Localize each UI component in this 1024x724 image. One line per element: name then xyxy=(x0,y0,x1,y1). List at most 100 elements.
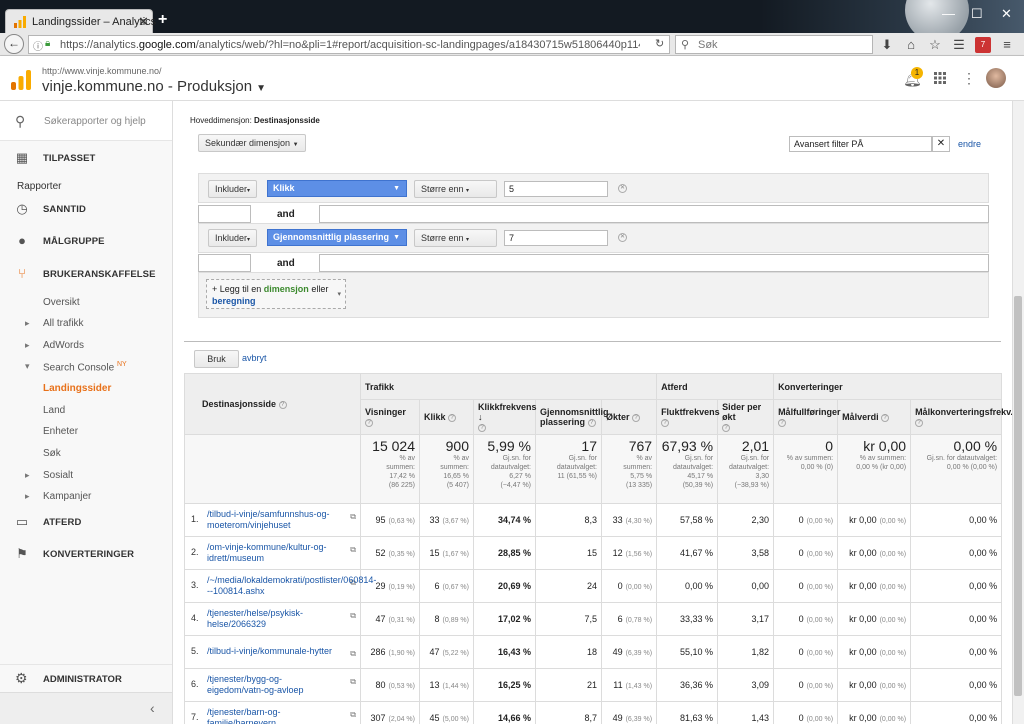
download-icon[interactable]: ⬇ xyxy=(879,37,895,53)
window-close-icon[interactable]: ✕ xyxy=(1001,6,1012,22)
help-icon[interactable]: ? xyxy=(778,418,787,427)
new-tab-icon[interactable]: + xyxy=(158,11,167,29)
and-right-field[interactable] xyxy=(319,254,989,272)
sidebar-item-sosialt[interactable]: Sosialt xyxy=(25,470,73,481)
external-link-icon[interactable]: ⧉ xyxy=(350,710,356,720)
help-icon[interactable]: ? xyxy=(632,413,641,422)
sidebar-item-tilpasset[interactable]: ▦ TILPASSET xyxy=(0,149,172,169)
sidebar-item-search-console[interactable]: Search Console NY xyxy=(25,361,127,373)
column-header-fluktfrekvens[interactable]: Fluktfrekvens? xyxy=(656,399,720,435)
clear-filter-icon[interactable]: ✕ xyxy=(932,136,950,152)
landing-page-link[interactable]: /om-vinje-kommune/kultur-og-idrett/museu… xyxy=(207,542,337,564)
and-left-field[interactable] xyxy=(198,254,251,272)
home-icon[interactable]: ⌂ xyxy=(903,37,919,53)
apply-button[interactable]: Bruk xyxy=(194,350,239,368)
menu-icon[interactable]: ≡ xyxy=(999,37,1015,53)
column-header-malkonvertering[interactable]: Målkonverteringsfrekv.? xyxy=(910,399,1012,435)
help-icon[interactable]: ? xyxy=(587,418,596,427)
external-link-icon[interactable]: ⧉ xyxy=(350,677,356,687)
external-link-icon[interactable]: ⧉ xyxy=(350,512,356,522)
column-header-visninger[interactable]: Visninger ? xyxy=(360,399,420,435)
sidebar-item-land[interactable]: Land xyxy=(43,405,65,416)
and-right-field[interactable] xyxy=(319,205,989,223)
external-link-icon[interactable]: ⧉ xyxy=(350,545,356,555)
external-link-icon[interactable]: ⧉ xyxy=(350,649,356,659)
column-header-sider-per-okt[interactable]: Sider per økt? xyxy=(717,399,775,435)
and-left-field[interactable] xyxy=(198,205,251,223)
back-icon[interactable]: ← xyxy=(4,34,24,54)
column-header-destinasjonsside[interactable]: Destinasjonsside ? xyxy=(184,373,361,435)
landing-page-link[interactable]: /tilbud-i-vinje/samfunnshus-og-moeterom/… xyxy=(207,509,337,531)
apps-grid-icon[interactable] xyxy=(934,72,946,84)
column-header-klikkfrekvens[interactable]: Klikkfrekvens ↓? xyxy=(473,399,537,435)
tab-close-icon[interactable]: ✕ xyxy=(138,14,149,30)
column-header-plassering[interactable]: Gjennomsnittlig plassering ? xyxy=(535,399,609,435)
add-metric-link[interactable]: beregning xyxy=(212,296,256,306)
remove-filter-icon[interactable]: ✕ xyxy=(618,184,627,193)
help-icon[interactable]: ? xyxy=(661,418,670,427)
include-dropdown[interactable]: Inkluder▾ xyxy=(208,229,258,247)
help-icon[interactable]: ? xyxy=(278,400,287,409)
remove-filter-icon[interactable]: ✕ xyxy=(618,233,627,242)
help-icon[interactable]: ? xyxy=(365,418,373,427)
sidebar-item-konverteringer[interactable]: ⚑ KONVERTERINGER xyxy=(0,545,172,565)
address-bar[interactable]: ⓘ 🔒︎ https://analytics.google.com/analyt… xyxy=(28,35,670,54)
minimize-icon[interactable]: — xyxy=(942,6,955,21)
google-analytics-logo-icon[interactable] xyxy=(11,70,31,90)
help-icon[interactable]: ? xyxy=(915,418,924,427)
help-icon[interactable]: ? xyxy=(448,413,457,422)
filter-value-input[interactable]: 7 xyxy=(504,230,608,246)
sidebar-item-brukeranskaffelse[interactable]: ⑂ BRUKERANSKAFFELSE xyxy=(0,265,172,285)
operator-dropdown[interactable]: Større enn ▾ xyxy=(414,229,497,247)
sidebar-item-oversikt[interactable]: Oversikt xyxy=(43,297,80,308)
info-icon[interactable]: ⓘ xyxy=(33,38,43,53)
sidebar-item-enheter[interactable]: Enheter xyxy=(43,426,78,437)
advanced-filter-field[interactable]: Avansert filter PÅ xyxy=(789,136,932,152)
column-header-malfullforinger[interactable]: Målfullføringer? xyxy=(773,399,841,435)
filter-field-dropdown[interactable]: Gjennomsnittlig plassering ▼ xyxy=(267,229,407,246)
sidebar-item-atferd[interactable]: ▭ ATFERD xyxy=(0,513,172,533)
external-link-icon[interactable]: ⧉ xyxy=(350,611,356,621)
help-icon[interactable]: ? xyxy=(722,423,731,432)
property-selector[interactable]: vinje.kommune.no - Produksjon ▼ xyxy=(42,78,266,95)
add-dimension-link[interactable]: dimensjon xyxy=(264,284,309,294)
secondary-dimension-dropdown[interactable]: Sekundær dimensjon ▼ xyxy=(198,134,306,152)
help-icon[interactable]: ? xyxy=(478,423,486,432)
more-options-icon[interactable]: ⋮ xyxy=(962,70,976,87)
bookmark-star-icon[interactable]: ☆ xyxy=(927,37,943,53)
sidebar-item-administrator[interactable]: ⚙ ADMINISTRATOR xyxy=(0,664,172,692)
landing-page-link[interactable]: /tjenester/bygg-og-eigedom/vatn-og-avloe… xyxy=(207,674,337,696)
sidebar-item-malgruppe[interactable]: ● MÅLGRUPPE xyxy=(0,232,172,252)
sidebar-item-all-trafikk[interactable]: All trafikk xyxy=(25,318,83,329)
sidebar-item-kampanjer[interactable]: Kampanjer xyxy=(25,491,91,502)
scrollbar-thumb[interactable] xyxy=(1014,296,1022,696)
maximize-icon[interactable]: ☐ xyxy=(971,6,983,22)
add-dimension-or-metric[interactable]: + Legg til en dimensjon eller beregning … xyxy=(206,279,346,309)
collapse-sidebar-button[interactable]: ‹ xyxy=(0,692,172,724)
landing-page-link[interactable]: /tjenester/helse/psykisk-helse/2066329 xyxy=(207,608,337,630)
sidebar-item-adwords[interactable]: AdWords xyxy=(25,340,84,351)
reading-list-icon[interactable]: ☰ xyxy=(951,37,967,53)
help-icon[interactable]: ? xyxy=(881,413,890,422)
landing-page-link[interactable]: /tilbud-i-vinje/kommunale-hytter xyxy=(207,646,337,657)
include-dropdown[interactable]: Inkluder▾ xyxy=(208,180,258,198)
filter-field-dropdown[interactable]: Klikk ▼ xyxy=(267,180,407,197)
column-header-malverdi[interactable]: Målverdi ? xyxy=(837,399,912,435)
sidebar-item-sanntid[interactable]: ◷ SANNTID xyxy=(0,200,172,220)
sidebar-item-sok[interactable]: Søk xyxy=(43,448,61,459)
extension-badge-icon[interactable]: 7 xyxy=(975,37,991,53)
cancel-link[interactable]: avbryt xyxy=(242,353,267,363)
column-header-okter[interactable]: Økter ? xyxy=(600,399,658,435)
landing-page-link[interactable]: /~/media/lokaldemokrati/postlister/06081… xyxy=(207,575,376,597)
column-header-klikk[interactable]: Klikk ? xyxy=(419,399,474,435)
operator-dropdown[interactable]: Større enn ▾ xyxy=(414,180,497,198)
reload-icon[interactable]: ↻ xyxy=(655,37,664,50)
sidebar-item-landingssider[interactable]: Landingssider xyxy=(43,383,111,394)
edit-filter-link[interactable]: endre xyxy=(958,139,981,149)
browser-tab[interactable]: Landingssider – Analytics ✕ xyxy=(5,9,156,34)
report-search[interactable]: ⚲ Søkerapporter og hjelp xyxy=(0,101,172,141)
filter-value-input[interactable]: 5 xyxy=(504,181,608,197)
avatar[interactable] xyxy=(986,68,1006,88)
browser-search-box[interactable]: ⚲ Søk xyxy=(675,35,873,54)
landing-page-link[interactable]: /tjenester/barn-og-familie/barnevern xyxy=(207,707,337,724)
